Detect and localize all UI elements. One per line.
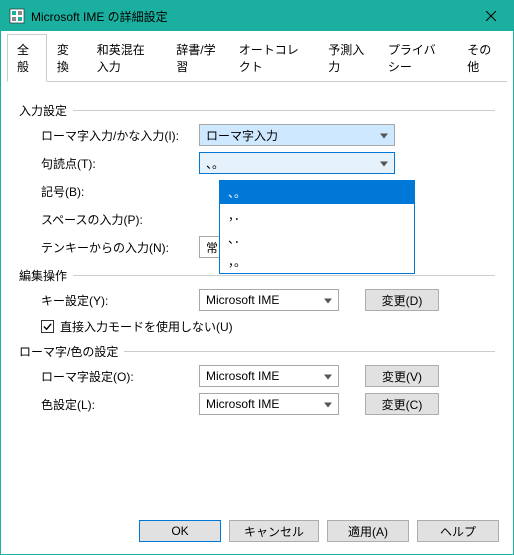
label-color-settings: 色設定(L):: [19, 396, 199, 413]
label-romaji-settings: ローマ字設定(O):: [19, 368, 199, 385]
titlebar: Microsoft IME の詳細設定: [1, 1, 513, 31]
select-color-settings[interactable]: Microsoft IME: [199, 393, 339, 415]
tab-bar: 全般 変換 和英混在入力 辞書/学習 オートコレクト 予測入力 プライバシー そ…: [7, 33, 507, 82]
window-title: Microsoft IME の詳細設定: [31, 8, 468, 25]
label-symbols: 記号(B):: [19, 183, 199, 200]
label-tenkey: テンキーからの入力(N):: [19, 239, 199, 256]
label-romaji-kana: ローマ字入力/かな入力(I):: [19, 127, 199, 144]
change-keyset-button[interactable]: 変更(D): [365, 289, 439, 311]
tab-content: 入力設定 ローマ字入力/かな入力(I): ローマ字入力 句読点(T): 、。 、…: [1, 82, 513, 508]
select-romaji-settings[interactable]: Microsoft IME: [199, 365, 339, 387]
ok-button[interactable]: OK: [139, 520, 221, 542]
check-icon: [43, 322, 52, 331]
group-romaji-color: ローマ字/色の設定: [19, 343, 495, 360]
checkbox-direct-mode[interactable]: [41, 320, 54, 333]
tab-general[interactable]: 全般: [7, 34, 47, 82]
change-romaji-button[interactable]: 変更(V): [365, 365, 439, 387]
close-button[interactable]: [468, 1, 513, 31]
label-space: スペースの入力(P):: [19, 211, 199, 228]
dropdown-punctuation: 、。 ，． 、． ，。: [219, 180, 415, 274]
label-direct-mode: 直接入力モードを使用しない(U): [60, 318, 233, 335]
dropdown-option[interactable]: ，．: [220, 204, 414, 227]
tab-conversion[interactable]: 変換: [47, 34, 87, 82]
label-punctuation: 句読点(T):: [19, 155, 199, 172]
group-input-settings: 入力設定: [19, 102, 495, 119]
apply-button[interactable]: 適用(A): [327, 520, 409, 542]
select-romaji-kana[interactable]: ローマ字入力: [199, 124, 395, 146]
close-icon: [486, 11, 496, 21]
dialog-footer: OK キャンセル 適用(A) ヘルプ: [1, 508, 513, 554]
tab-mixed-input[interactable]: 和英混在入力: [87, 34, 167, 82]
tab-autocorrect[interactable]: オートコレクト: [229, 34, 318, 82]
tab-prediction[interactable]: 予測入力: [318, 34, 378, 82]
select-keyset[interactable]: Microsoft IME: [199, 289, 339, 311]
dropdown-option[interactable]: ，。: [220, 250, 414, 273]
tab-privacy[interactable]: プライバシー: [378, 34, 457, 82]
app-icon: [9, 8, 25, 24]
label-keyset: キー設定(Y):: [19, 292, 199, 309]
select-punctuation[interactable]: 、。: [199, 152, 395, 174]
tab-dictionary[interactable]: 辞書/学習: [166, 34, 228, 82]
dropdown-option[interactable]: 、。: [220, 181, 414, 204]
help-button[interactable]: ヘルプ: [417, 520, 499, 542]
tab-other[interactable]: その他: [457, 34, 507, 82]
change-color-button[interactable]: 変更(C): [365, 393, 439, 415]
cancel-button[interactable]: キャンセル: [229, 520, 319, 542]
dropdown-option[interactable]: 、．: [220, 227, 414, 250]
settings-window: Microsoft IME の詳細設定 全般 変換 和英混在入力 辞書/学習 オ…: [0, 0, 514, 555]
